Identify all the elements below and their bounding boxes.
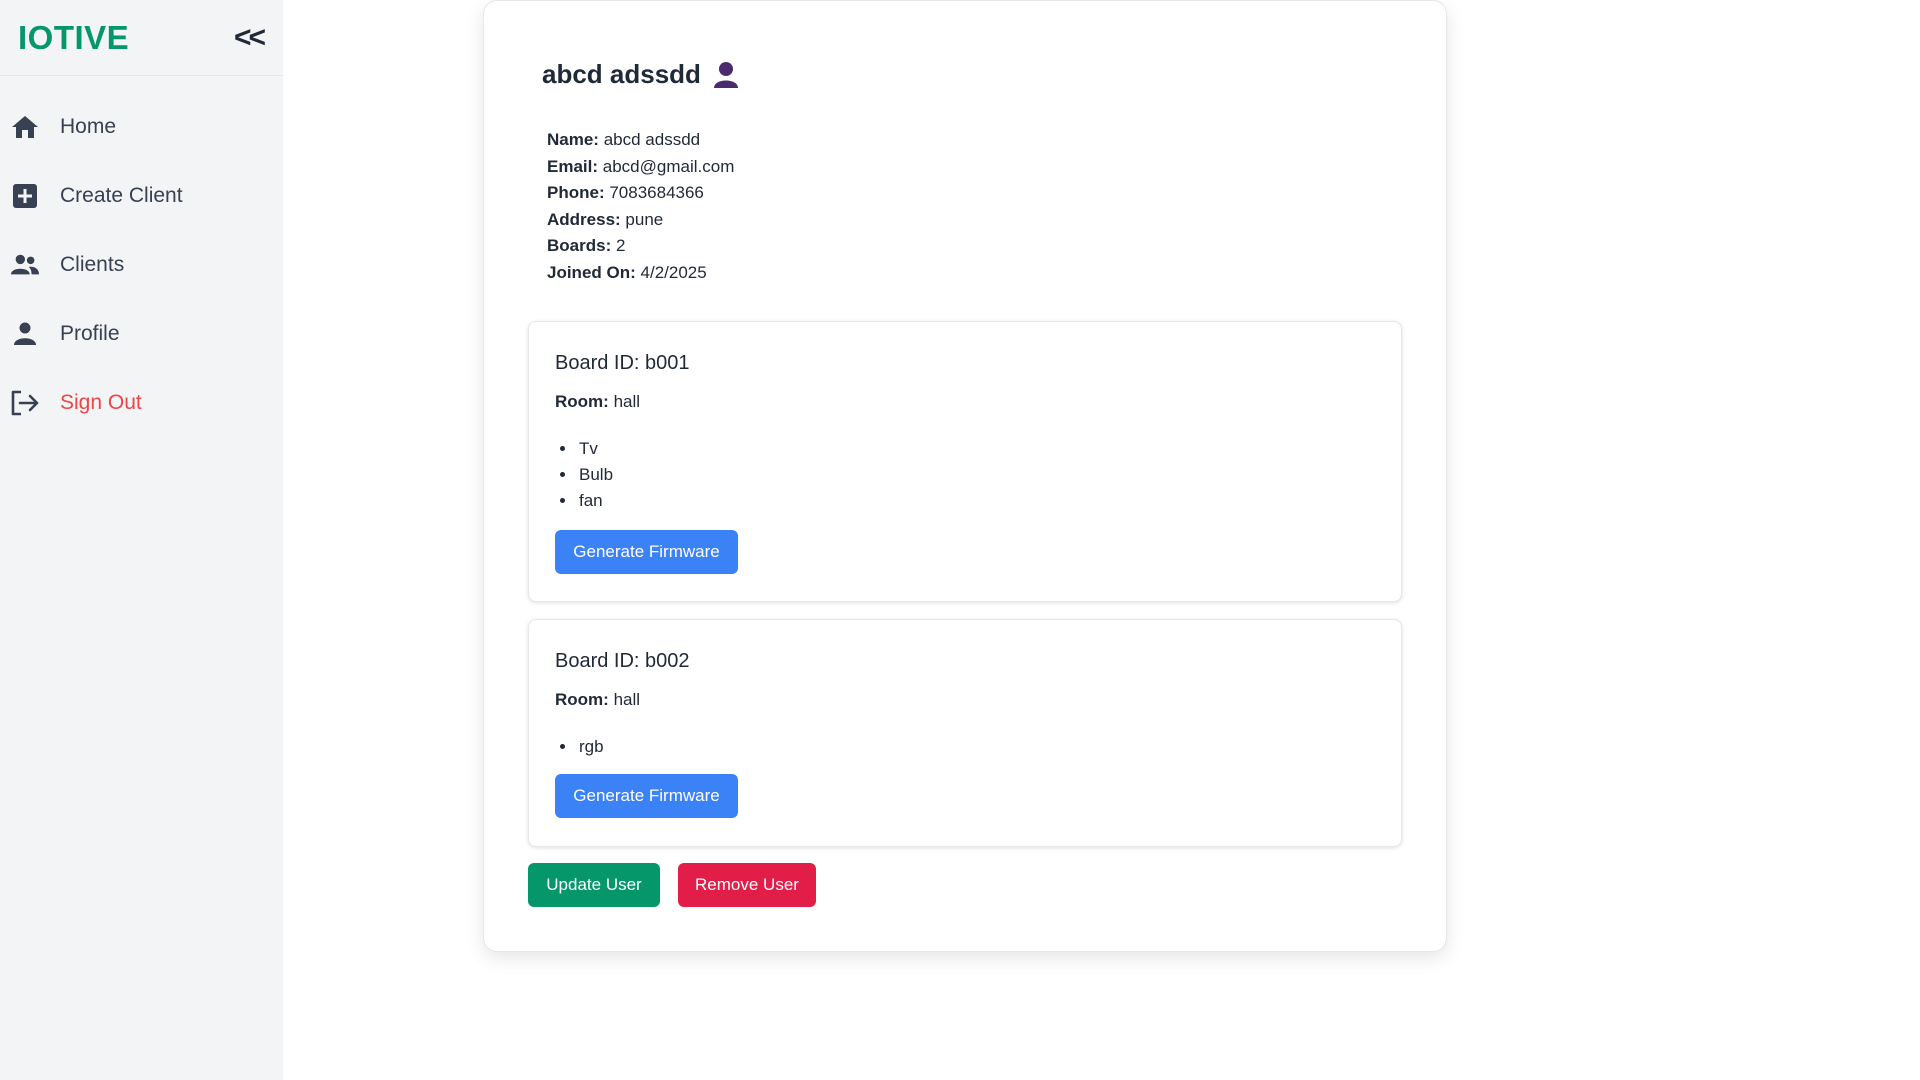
board-id-value: b002	[645, 650, 690, 672]
list-item: Bulb	[577, 462, 613, 488]
info-label: Phone:	[547, 183, 605, 203]
sidebar-item-home[interactable]: Home	[0, 92, 283, 161]
info-name-value: abcd adssdd	[603, 130, 701, 149]
board-room-label: Room:	[555, 690, 609, 709]
generate-firmware-button[interactable]: Generate Firmware	[555, 530, 738, 574]
user-icon	[10, 319, 40, 349]
sidebar-item-label: Profile	[60, 321, 120, 345]
info-label: Boards:	[547, 236, 612, 256]
sidebar: IOTIVE << Home Create Client Clients Pro…	[0, 0, 283, 1080]
sidebar-item-profile[interactable]: Profile	[0, 299, 283, 368]
sidebar-item-label: Sign Out	[60, 390, 142, 414]
board-card: Board ID: b001 Room: hall Tv Bulb fan Ge…	[528, 321, 1402, 602]
info-address-row: Address: pune	[547, 207, 734, 234]
board-id: Board ID: b001	[555, 352, 690, 375]
users-icon	[10, 250, 40, 280]
info-phone-row: Phone: 7083684366	[547, 180, 734, 207]
info-name-row: Name: abcd adssdd	[547, 127, 734, 154]
list-item: fan	[577, 488, 613, 514]
board-id: Board ID: b002	[555, 650, 690, 673]
board-room: Room: hall	[555, 392, 640, 412]
remove-user-button[interactable]: Remove User	[678, 863, 816, 907]
info-email-row: Email: abcd@gmail.com	[547, 154, 734, 181]
board-room-value: hall	[613, 690, 641, 709]
appliance-list: rgb	[577, 734, 604, 760]
user-detail-card: abcd adssdd Name: abcd adssdd Email: abc…	[483, 0, 1447, 952]
user-avatar-icon	[713, 61, 739, 89]
sidebar-item-sign-out[interactable]: Sign Out	[0, 368, 283, 437]
sign-out-icon	[10, 388, 40, 418]
appliance-list: Tv Bulb fan	[577, 436, 613, 514]
sidebar-item-clients[interactable]: Clients	[0, 230, 283, 299]
info-boards-row: Boards: 2	[547, 233, 734, 260]
collapse-sidebar-button[interactable]: <<	[234, 21, 266, 55]
board-id-label: Board ID:	[555, 352, 646, 374]
board-card: Board ID: b002 Room: hall rgb Generate F…	[528, 619, 1402, 847]
user-heading: abcd adssdd	[542, 59, 739, 90]
sidebar-item-create-client[interactable]: Create Client	[0, 161, 283, 230]
board-room: Room: hall	[555, 690, 640, 710]
update-user-button[interactable]: Update User	[528, 863, 660, 907]
sidebar-nav: Home Create Client Clients Profile Sign …	[0, 76, 283, 437]
plus-square-icon	[10, 181, 40, 211]
info-joined-row: Joined On: 4/2/2025	[547, 260, 734, 287]
info-email-value: abcd@gmail.com	[602, 156, 735, 176]
board-id-value: b001	[645, 352, 690, 374]
list-item: rgb	[577, 734, 604, 760]
info-boards-value: 2	[615, 236, 626, 256]
brand-logo[interactable]: IOTIVE	[18, 19, 129, 57]
list-item: Tv	[577, 436, 613, 462]
info-label: Address:	[547, 209, 621, 229]
user-info: Name: abcd adssdd Email: abcd@gmail.com …	[547, 127, 734, 287]
board-room-label: Room:	[555, 392, 609, 411]
info-label: Name:	[547, 130, 599, 149]
sidebar-item-label: Clients	[60, 252, 125, 276]
info-phone-value: 7083684366	[609, 183, 704, 203]
sidebar-header: IOTIVE <<	[0, 0, 283, 76]
home-icon	[10, 112, 40, 142]
sidebar-item-label: Home	[60, 114, 117, 138]
info-joined-value: 4/2/2025	[640, 262, 707, 282]
info-label: Joined On:	[547, 262, 636, 282]
sidebar-item-label: Create Client	[60, 183, 183, 207]
info-address-value: pune	[625, 209, 664, 229]
user-display-name: abcd adssdd	[542, 59, 701, 89]
generate-firmware-button[interactable]: Generate Firmware	[555, 774, 738, 818]
info-label: Email:	[547, 156, 599, 176]
board-room-value: hall	[613, 392, 641, 411]
board-id-label: Board ID:	[555, 650, 646, 672]
